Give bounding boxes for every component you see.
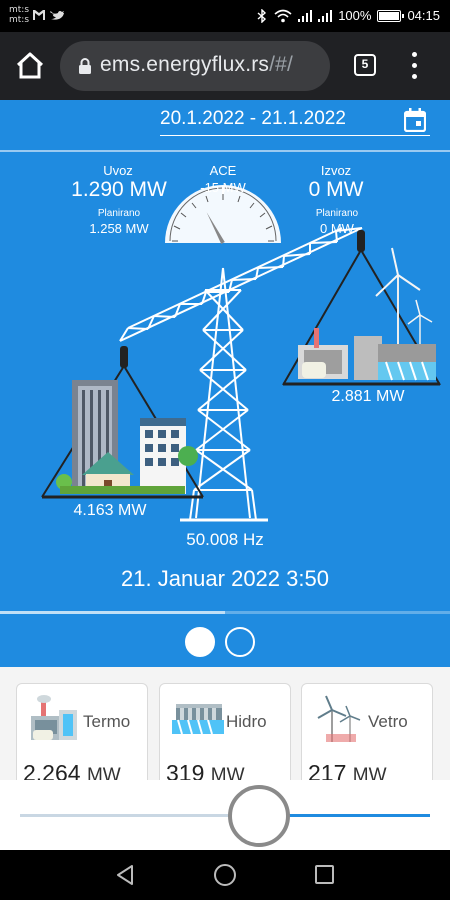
card-termo-number: 2.264 (23, 760, 81, 780)
import-planned-value: 1.258 MW (89, 221, 149, 236)
wifi-icon (274, 9, 292, 22)
slider-thumb[interactable] (228, 785, 290, 847)
card-termo[interactable]: Termo 2.264 MW (16, 683, 148, 780)
pager-dot-2[interactable] (225, 627, 255, 657)
pager-dot-1[interactable] (185, 627, 215, 657)
overflow-menu-icon[interactable] (406, 52, 422, 80)
energy-balance-panel: 20.1.2022 - 21.1.2022 Uvoz 1.290 MW Plan… (0, 100, 450, 667)
export-value: 0 MW (308, 178, 364, 201)
export-label: Izvoz (320, 163, 352, 178)
url-path: /#/ (269, 53, 294, 76)
tab-switcher-button[interactable]: 5 (354, 54, 376, 76)
card-vetro-value: 217 MW (308, 760, 387, 780)
bluetooth-icon (257, 8, 267, 23)
scale-beam (119, 227, 363, 342)
tab-count: 5 (361, 57, 369, 71)
ace-value: -15 MW (200, 180, 246, 195)
back-icon[interactable] (114, 864, 136, 886)
time-slider (0, 780, 450, 850)
import-value: 1.290 MW (71, 178, 167, 201)
card-termo-unit: MW (86, 765, 121, 780)
production-pan (282, 247, 441, 386)
status-right: 100% 04:15 (256, 8, 440, 23)
wind-turbine-icon (317, 695, 361, 742)
notification-icons (32, 8, 72, 25)
battery-percent: 100% (338, 8, 372, 23)
source-cards: Termo 2.264 MW Hidro 319 MW Vetro 217 MW (0, 667, 450, 780)
url-text[interactable]: ems.energyflux.rs/#/ (100, 53, 293, 77)
card-vetro-label: Vetro (368, 712, 408, 731)
card-termo-label: Termo (83, 712, 131, 731)
recents-icon[interactable] (315, 865, 334, 884)
import-label: Uvoz (103, 163, 133, 178)
time-progress-fill (0, 611, 225, 614)
status-bar: mt:s mt:s 100% 04:15 (0, 0, 450, 32)
consumption-value: 4.163 MW (73, 502, 147, 519)
card-hidro[interactable]: Hidro 319 MW (159, 683, 291, 780)
battery-icon (377, 9, 405, 22)
slider-track-filled (20, 814, 260, 817)
card-vetro-unit: MW (352, 765, 387, 780)
url-host: ems.energyflux.rs (100, 53, 270, 76)
clock: 04:15 (407, 8, 440, 23)
signal-1-icon (298, 9, 313, 22)
lock-icon (79, 58, 91, 74)
export-planned-label: Planirano (315, 208, 359, 219)
card-vetro-number: 217 (308, 760, 347, 780)
frequency-value: 50.008 Hz (186, 530, 264, 549)
consumption-pan (41, 365, 204, 499)
card-vetro[interactable]: Vetro 217 MW (301, 683, 433, 780)
signal-2-icon (318, 9, 333, 22)
carrier-top: mt:s (9, 5, 30, 15)
timestamp: 21. Januar 2022 3:50 (121, 566, 329, 591)
pager-dots (0, 627, 450, 657)
browser-toolbar: ems.energyflux.rs/#/ 5 (0, 32, 450, 100)
card-hidro-label: Hidro (226, 712, 267, 731)
carrier-bottom: mt:s (9, 15, 30, 25)
system-nav-bar (0, 850, 450, 900)
ace-label: ACE (209, 163, 237, 178)
time-progress-track (0, 611, 450, 614)
hydro-dam-icon (172, 704, 224, 735)
card-hidro-value: 319 MW (166, 760, 245, 780)
gmail-twitter-icon (33, 10, 64, 20)
home-icon[interactable] (14, 50, 46, 82)
card-termo-value: 2.264 MW (23, 760, 121, 780)
import-planned-label: Planirano (97, 208, 141, 219)
address-bar[interactable]: ems.energyflux.rs/#/ (60, 41, 330, 91)
thermal-plant-icon (31, 695, 77, 740)
card-hidro-unit: MW (210, 765, 245, 780)
home-circle-icon[interactable] (214, 864, 236, 886)
carrier-label: mt:s mt:s (9, 5, 29, 25)
card-hidro-number: 319 (166, 760, 205, 780)
export-planned-value: 0 MW (320, 221, 354, 236)
production-value: 2.881 MW (331, 388, 405, 405)
